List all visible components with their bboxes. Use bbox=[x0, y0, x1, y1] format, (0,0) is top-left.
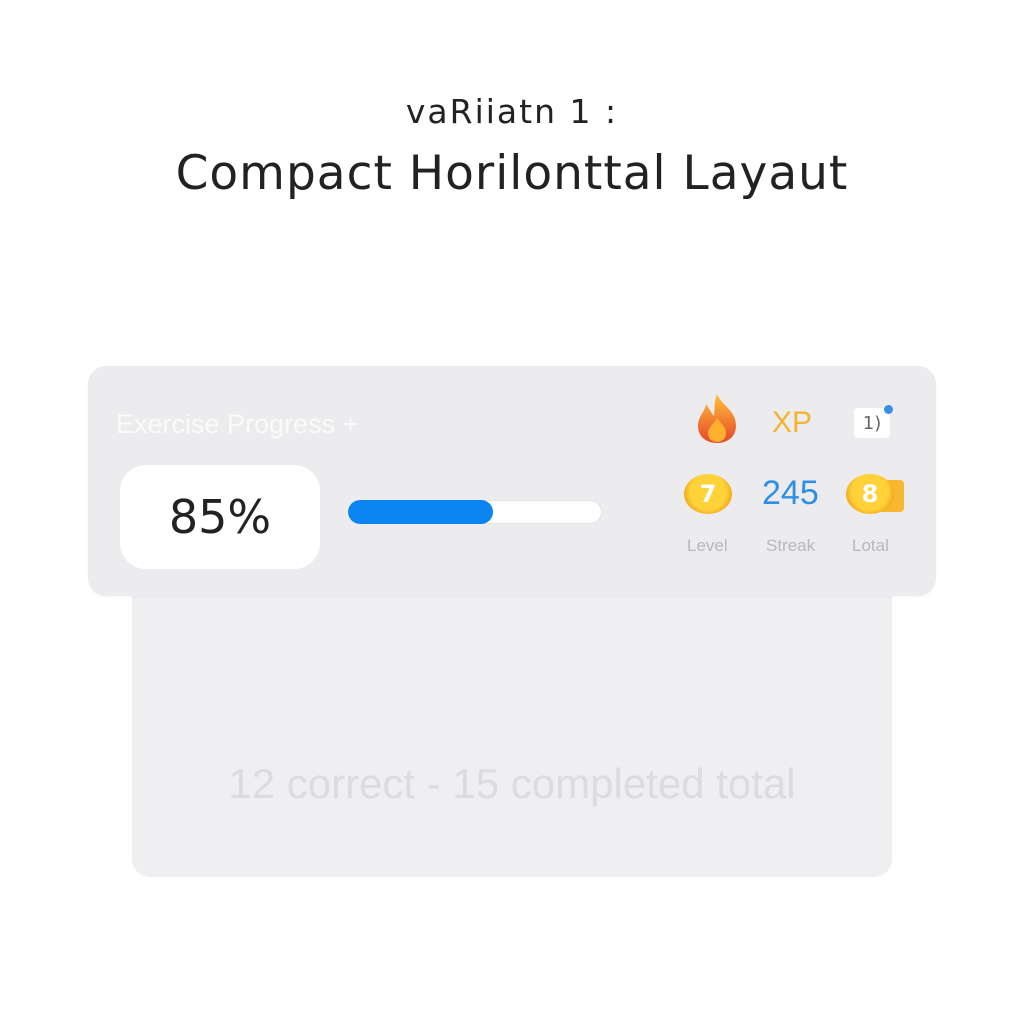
level-label: Level bbox=[687, 536, 728, 555]
xp-label: XP bbox=[772, 406, 813, 439]
total-label: Lotal bbox=[852, 536, 889, 555]
summary-card bbox=[132, 560, 892, 877]
page-title: Compact Horilonttal Layaut bbox=[175, 146, 849, 201]
progress-bar-fill bbox=[348, 500, 493, 524]
streak-value: 245 bbox=[762, 474, 819, 512]
card-title[interactable]: Exercise Progress + bbox=[116, 409, 358, 440]
calendar-icon[interactable]: 1) bbox=[854, 405, 893, 438]
level-value: 7 bbox=[699, 480, 717, 508]
calendar-text: 1) bbox=[862, 412, 882, 434]
summary-text: 12 correct - 15 completed total bbox=[228, 760, 796, 807]
total-coin-icon: 8 bbox=[846, 474, 894, 514]
percent-display: 85% bbox=[120, 465, 320, 569]
progress-bar bbox=[348, 500, 602, 524]
notification-dot bbox=[884, 405, 893, 414]
progress-card: Exercise Progress + 85% XP 1) 7 245 8 Le… bbox=[88, 366, 936, 596]
level-coin-icon: 7 bbox=[684, 474, 732, 514]
flame-icon bbox=[698, 394, 736, 443]
total-value: 8 bbox=[861, 480, 879, 508]
variation-subtitle: vaRiiatn 1 : bbox=[405, 92, 619, 131]
streak-label: Streak bbox=[766, 536, 816, 555]
